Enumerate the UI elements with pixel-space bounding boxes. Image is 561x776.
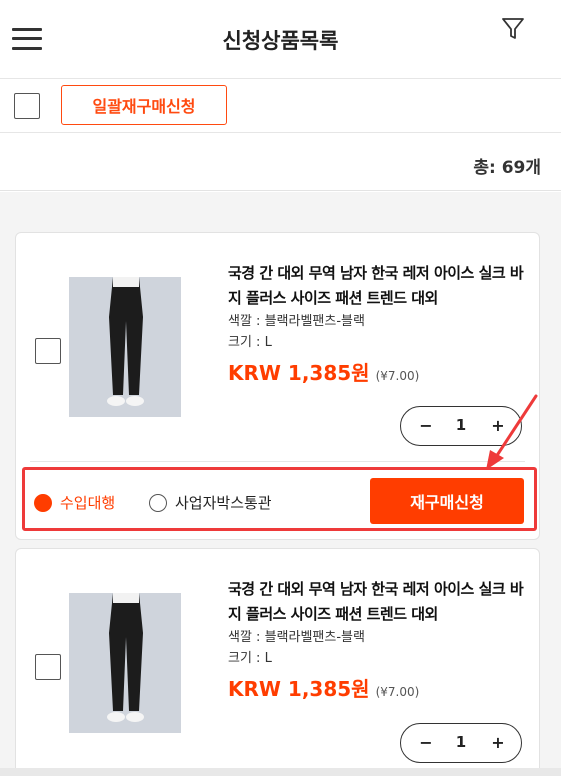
item-checkbox[interactable] — [35, 338, 61, 364]
quantity-stepper: − 1 + — [400, 723, 522, 763]
action-row-highlight: 수입대행 사업자박스통관 재구매신청 — [22, 467, 537, 531]
product-price: KRW 1,385원 — [228, 677, 370, 701]
total-label: 총: — [473, 158, 496, 178]
reorder-button[interactable]: 재구매신청 — [370, 478, 524, 524]
radio-selected-icon — [34, 493, 52, 512]
radio-import-agency[interactable]: 수입대행 — [34, 492, 115, 513]
divider — [30, 461, 525, 462]
product-size: 크기 : L — [228, 335, 272, 350]
product-size: 크기 : L — [228, 651, 272, 666]
total-value: 69개 — [501, 158, 541, 178]
product-info: 국경 간 대외 무역 남자 한국 레저 아이스 실크 바지 플러스 사이즈 패션… — [228, 577, 533, 702]
plus-button[interactable]: + — [487, 415, 509, 437]
toolbar: 일괄재구매신청 — [0, 78, 561, 133]
product-price-cny: (¥7.00) — [375, 369, 420, 383]
select-all-checkbox[interactable] — [14, 93, 40, 119]
radio-business-customs[interactable]: 사업자박스통관 — [149, 492, 272, 513]
page-title: 신청상품목록 — [222, 29, 339, 53]
count-row: 총: 69개 — [0, 133, 561, 191]
product-name[interactable]: 국경 간 대외 무역 남자 한국 레저 아이스 실크 바지 플러스 사이즈 패션… — [228, 261, 533, 311]
product-card: 국경 간 대외 무역 남자 한국 레저 아이스 실크 바지 플러스 사이즈 패션… — [15, 548, 540, 776]
product-image[interactable] — [69, 277, 181, 417]
total-count: 총: 69개 — [473, 153, 541, 178]
product-color: 색깔 : 블랙라벨팬츠-블랙 — [228, 314, 365, 329]
item-checkbox[interactable] — [35, 654, 61, 680]
bulk-reorder-button[interactable]: 일괄재구매신청 — [61, 85, 227, 125]
radio-business-label: 사업자박스통관 — [175, 494, 272, 512]
filter-icon[interactable] — [500, 16, 526, 42]
product-image[interactable] — [69, 593, 181, 733]
minus-button[interactable]: − — [415, 732, 437, 754]
product-price-cny: (¥7.00) — [375, 685, 420, 699]
bottom-bar — [0, 768, 561, 776]
minus-button[interactable]: − — [415, 415, 437, 437]
quantity-stepper: − 1 + — [400, 406, 522, 446]
product-price: KRW 1,385원 — [228, 361, 370, 385]
product-color: 색깔 : 블랙라벨팬츠-블랙 — [228, 630, 365, 645]
product-name[interactable]: 국경 간 대외 무역 남자 한국 레저 아이스 실크 바지 플러스 사이즈 패션… — [228, 577, 533, 627]
header: 신청상품목록 — [0, 0, 561, 78]
quantity-value[interactable]: 1 — [441, 416, 481, 434]
product-info: 국경 간 대외 무역 남자 한국 레저 아이스 실크 바지 플러스 사이즈 패션… — [228, 261, 533, 386]
quantity-value[interactable]: 1 — [441, 733, 481, 751]
radio-import-label: 수입대행 — [60, 494, 116, 512]
radio-unselected-icon — [149, 493, 167, 512]
plus-button[interactable]: + — [487, 732, 509, 754]
